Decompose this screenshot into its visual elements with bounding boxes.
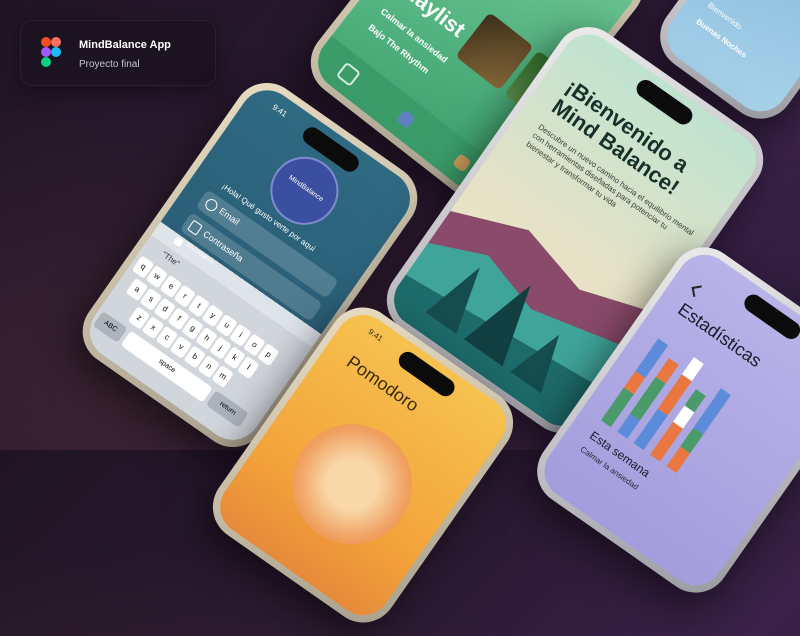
project-card[interactable]: MindBalance App Proyecto final <box>20 20 216 86</box>
back-icon[interactable] <box>691 285 704 298</box>
lock-icon <box>187 219 203 236</box>
pomodoro-timer-ring[interactable] <box>268 400 436 568</box>
keyboard-suggestion[interactable]: "The" <box>160 250 181 269</box>
keyboard-return-key[interactable]: return <box>205 390 249 428</box>
brand-name: MindBalance <box>287 174 325 204</box>
dynamic-island <box>740 291 800 343</box>
chart-icon[interactable] <box>451 152 472 173</box>
project-title: MindBalance App <box>79 39 171 51</box>
stats-chart <box>600 330 800 518</box>
status-time: 9:41 <box>270 102 289 119</box>
project-subtitle: Proyecto final <box>79 59 140 70</box>
email-placeholder: Email <box>217 205 242 227</box>
status-time: 9:41 <box>366 327 385 344</box>
home-icon[interactable] <box>336 61 362 88</box>
people-icon[interactable] <box>396 109 416 130</box>
remember-checkbox[interactable] <box>172 236 184 248</box>
figma-logo-icon <box>41 37 61 67</box>
keyboard-abc-key[interactable]: ABC <box>92 311 128 343</box>
user-icon <box>203 196 220 214</box>
